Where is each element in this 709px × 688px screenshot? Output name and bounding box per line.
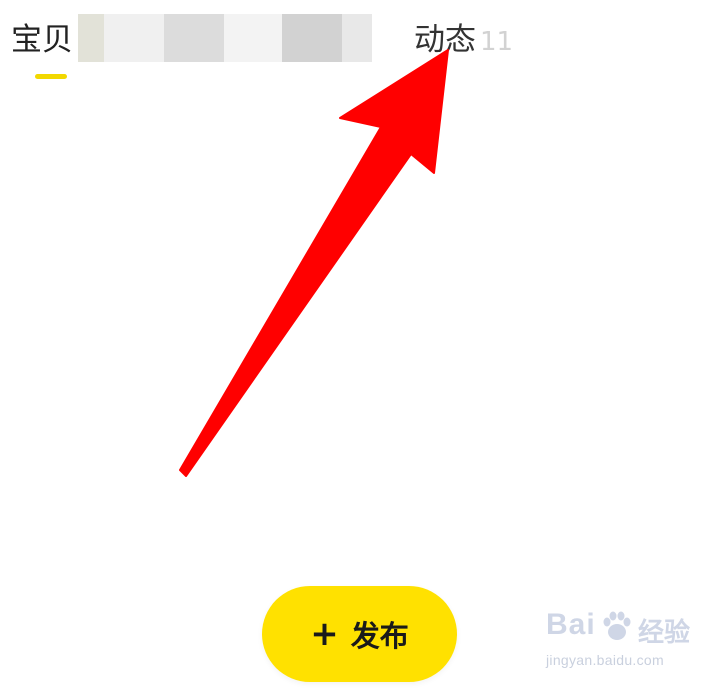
red-arrow-annotation bbox=[179, 49, 449, 477]
blurred-tabs-region bbox=[78, 14, 372, 62]
tab-dongtai-count: 11 bbox=[480, 27, 514, 57]
baidu-jingyan-watermark: Bai 经验 jingyan.baidu.com bbox=[538, 608, 698, 678]
watermark-brand: Bai bbox=[546, 608, 596, 641]
tab-baobei[interactable]: 宝贝 bbox=[11, 18, 73, 62]
tab-dongtai[interactable]: 动态 11 bbox=[414, 18, 513, 64]
watermark-url: jingyan.baidu.com bbox=[546, 652, 664, 668]
publish-button[interactable]: + 发布 bbox=[262, 586, 457, 682]
arrow-shape bbox=[179, 49, 449, 477]
tab-dongtai-label: 动态 bbox=[414, 22, 476, 58]
paw-icon bbox=[603, 611, 631, 640]
plus-icon: + bbox=[310, 614, 339, 654]
tab-bar: 宝贝 动态 11 bbox=[0, 0, 709, 90]
tab-baobei-label: 宝贝 bbox=[11, 22, 73, 58]
publish-button-label: 发布 bbox=[350, 619, 409, 653]
watermark-brand-cn: 经验 bbox=[638, 618, 691, 648]
active-tab-indicator bbox=[35, 74, 67, 79]
